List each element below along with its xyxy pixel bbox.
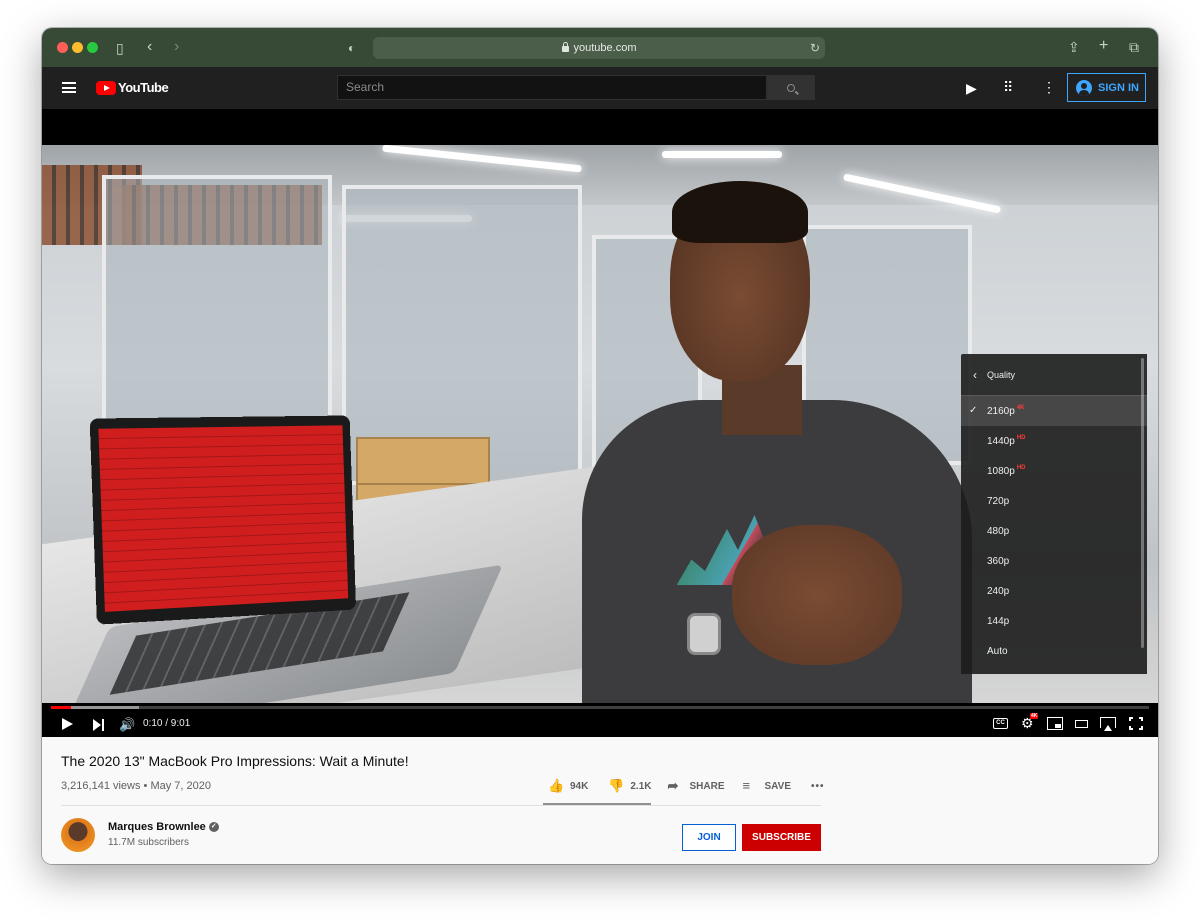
address-text: youtube.com [573, 42, 637, 54]
video-title: The 2020 13" MacBook Pro Impressions: Wa… [61, 753, 409, 769]
quality-option[interactable]: 1080p HD [961, 456, 1147, 486]
quality-menu-title: Quality [987, 369, 1016, 380]
checkmark-icon: ✓ [969, 405, 978, 416]
shield-icon[interactable]: ◐ [348, 41, 355, 55]
quality-option[interactable]: 480p [961, 516, 1147, 546]
quality-option-label: 1080p [987, 465, 1015, 477]
quality-option[interactable]: Auto [961, 636, 1147, 666]
share-label: SHARE [689, 780, 725, 792]
quality-badge: HD [1016, 465, 1026, 471]
verified-icon: ✓ [208, 822, 219, 833]
playlist-add-icon: ≡ [742, 778, 751, 793]
next-button[interactable] [93, 719, 105, 731]
join-button[interactable]: JOIN [682, 824, 736, 851]
divider [61, 805, 821, 806]
thumbs-down-icon: 👎 [608, 778, 625, 793]
captions-button[interactable]: CC [993, 718, 1008, 729]
dislike-count: 2.1K [630, 780, 652, 792]
search-input[interactable]: Search [337, 75, 767, 100]
more-options-icon[interactable]: ⋮ [1042, 80, 1056, 94]
search-button[interactable] [767, 75, 815, 100]
progress-bar[interactable] [51, 706, 1149, 709]
minimize-window-button[interactable] [72, 42, 83, 53]
volume-icon[interactable]: 🔊 [119, 718, 135, 732]
video-meta: 3,216,141 views • May 7, 2020 [61, 780, 211, 792]
more-actions-button[interactable]: ••• [811, 781, 825, 792]
lock-icon [561, 42, 569, 52]
quality-option[interactable]: 240p [961, 576, 1147, 606]
quality-option-label: 1440p [987, 435, 1015, 447]
play-button[interactable] [62, 718, 73, 730]
miniplayer-button[interactable] [1047, 717, 1063, 730]
quality-option-label: 360p [987, 555, 1010, 567]
save-button[interactable]: ≡ SAVE [743, 779, 792, 793]
airplay-button[interactable] [1100, 717, 1116, 731]
quality-option-label: 480p [987, 525, 1010, 537]
save-label: SAVE [764, 780, 792, 792]
quality-option[interactable]: 360p [961, 546, 1147, 576]
browser-toolbar: ▯ ‹ › ◐ youtube.com ↻ ⇪ + ⧉ [42, 28, 1158, 67]
browser-window: ▯ ‹ › ◐ youtube.com ↻ ⇪ + ⧉ YouTube Sear… [42, 28, 1158, 864]
quality-option-label: 240p [987, 585, 1010, 597]
tabs-icon[interactable]: ⧉ [1129, 40, 1139, 54]
sidebar-icon[interactable]: ▯ [116, 41, 124, 55]
youtube-wordmark: YouTube [118, 80, 169, 95]
quality-option[interactable]: 1440p HD [961, 426, 1147, 456]
subscribe-button[interactable]: SUBSCRIBE [742, 824, 821, 851]
youtube-header: YouTube Search ▶ ⠿ ⋮ SIGN IN [42, 67, 1158, 109]
sign-in-label: SIGN IN [1098, 81, 1139, 94]
like-ratio-bar [543, 803, 651, 805]
quality-option[interactable]: 144p [961, 606, 1147, 636]
close-window-button[interactable] [57, 42, 68, 53]
quality-option-label: 720p [987, 495, 1010, 507]
thumbs-up-icon: 👍 [548, 778, 565, 793]
video-info: The 2020 13" MacBook Pro Impressions: Wa… [42, 737, 1158, 864]
theater-mode-button[interactable] [1075, 720, 1088, 728]
video-actions: 👍 94K 👎 2.1K ➦ SHARE ≡ SAVE ••• [548, 777, 825, 795]
time-display: 0:10 / 9:01 [143, 718, 191, 729]
zoom-window-button[interactable] [87, 42, 98, 53]
played-bar [51, 706, 71, 709]
share-arrow-icon: ➦ [667, 778, 679, 793]
channel-name[interactable]: Marques Brownlee ✓ [108, 821, 219, 833]
forward-icon[interactable]: › [174, 39, 179, 55]
quality-option-label: Auto [987, 645, 1008, 657]
share-icon[interactable]: ⇪ [1068, 40, 1080, 54]
quality-option[interactable]: 720p [961, 486, 1147, 516]
like-button[interactable]: 👍 94K [548, 779, 588, 793]
youtube-play-icon [96, 80, 116, 95]
create-video-icon[interactable]: ▶ [966, 81, 977, 95]
quality-menu-scrollbar[interactable] [1141, 358, 1144, 648]
menu-icon[interactable] [62, 82, 76, 93]
sign-in-button[interactable]: SIGN IN [1067, 73, 1146, 102]
like-count: 94K [570, 780, 589, 792]
quality-menu: ‹ Quality ✓ 2160p 4K 1440p HD 1080p HD 720p 480p… [961, 354, 1147, 674]
fullscreen-button[interactable] [1129, 717, 1143, 730]
channel-avatar[interactable] [61, 818, 95, 852]
new-tab-icon[interactable]: + [1099, 38, 1108, 54]
quality-option[interactable]: ✓ 2160p 4K [961, 396, 1147, 426]
apps-grid-icon[interactable]: ⠿ [1003, 80, 1013, 94]
search-icon [787, 83, 795, 92]
video-player[interactable]: ‹ Quality ✓ 2160p 4K 1440p HD 1080p HD 720p 480p… [42, 109, 1158, 737]
quality-badge: HD [1016, 435, 1026, 441]
quality-badge: 4K [1016, 405, 1025, 411]
quality-option-label: 2160p [987, 405, 1015, 417]
back-icon[interactable]: ‹ [147, 39, 152, 55]
subscriber-count: 11.7M subscribers [108, 837, 189, 848]
back-chevron-icon: ‹ [973, 367, 977, 382]
address-bar[interactable]: youtube.com [373, 37, 825, 59]
dislike-button[interactable]: 👎 2.1K [608, 779, 651, 793]
youtube-logo[interactable]: YouTube [96, 80, 169, 95]
reload-icon[interactable]: ↻ [810, 41, 820, 55]
account-icon [1076, 79, 1092, 96]
quality-menu-header[interactable]: ‹ Quality [961, 354, 1147, 396]
quality-option-label: 144p [987, 615, 1010, 627]
share-button[interactable]: ➦ SHARE [667, 779, 724, 793]
settings-quality-badge: 4K [1030, 713, 1039, 719]
channel-name-text: Marques Brownlee [108, 821, 206, 833]
